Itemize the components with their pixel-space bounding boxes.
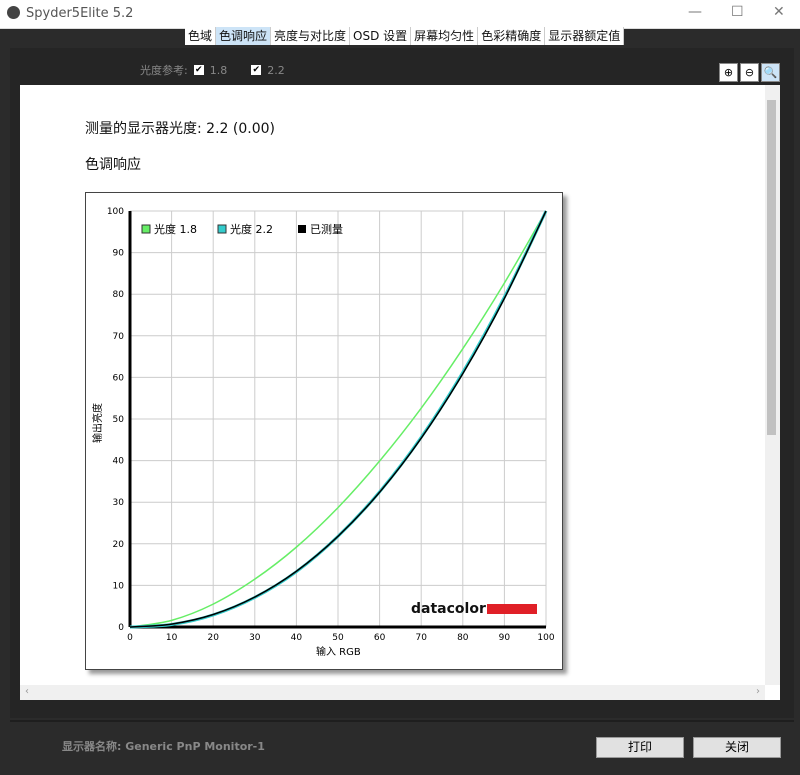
y-tick-label: 90 <box>113 249 125 259</box>
zoom-out-icon[interactable]: ⊖ <box>740 63 759 82</box>
legend-label-measured: 已测量 <box>310 223 343 236</box>
y-tick-label: 60 <box>113 373 125 383</box>
x-axis-label: 输入 RGB <box>316 645 361 658</box>
x-tick-label: 60 <box>374 633 386 643</box>
tab-color-accuracy[interactable]: 色彩精确度 <box>478 27 545 45</box>
tab-uniformity[interactable]: 屏幕均匀性 <box>411 27 478 45</box>
y-tick-label: 40 <box>113 457 125 467</box>
divider <box>10 720 794 722</box>
tab-osd-settings[interactable]: OSD 设置 <box>350 27 411 45</box>
print-button[interactable]: 打印 <box>596 737 684 758</box>
window-title: Spyder5Elite 5.2 <box>26 6 133 21</box>
gamma-1.8-checkbox[interactable]: ✔ <box>194 65 204 75</box>
vertical-scrollbar-thumb[interactable] <box>767 100 776 435</box>
legend-label-gamma-2.2: 光度 2.2 <box>230 222 273 236</box>
tab-brightness-contrast[interactable]: 亮度与对比度 <box>271 27 350 45</box>
legend-swatch-measured <box>298 225 306 233</box>
y-tick-label: 20 <box>113 540 125 550</box>
minimize-button[interactable]: — <box>688 4 702 20</box>
datacolor-logo: datacolor <box>411 601 537 617</box>
display-name: 显示器名称: Generic PnP Monitor-1 <box>62 738 265 754</box>
close-window-button[interactable]: ✕ <box>773 4 785 20</box>
tab-bar: 色域 色调响应 亮度与对比度 OSD 设置 屏幕均匀性 色彩精确度 显示器额定值 <box>185 27 624 45</box>
x-tick-label: 90 <box>499 633 511 643</box>
zoom-fit-icon[interactable]: 🔍 <box>761 63 780 82</box>
gamma-reference-options: 光度参考: ✔ 1.8 ✔ 2.2 <box>140 62 285 78</box>
tone-response-chart: 0 10 20 30 40 50 60 70 80 90 100 0 10 20 30 40 50 60 70 80 9… <box>85 192 563 670</box>
y-tick-label: 70 <box>113 332 125 342</box>
datacolor-logo-bar <box>487 604 537 614</box>
maximize-button[interactable]: ☐ <box>731 4 744 20</box>
close-button[interactable]: 关闭 <box>693 737 781 758</box>
gamma-1.8-label: 1.8 <box>210 64 228 77</box>
chart-svg: 0 10 20 30 40 50 60 70 80 90 100 0 10 20 30 40 50 60 70 80 9… <box>86 193 562 669</box>
x-tick-label: 10 <box>166 633 178 643</box>
y-tick-label: 0 <box>118 623 124 633</box>
x-tick-label: 20 <box>207 633 219 643</box>
x-tick-label: 0 <box>127 633 133 643</box>
gamma-2.2-label: 2.2 <box>267 64 285 77</box>
y-tick-label: 100 <box>107 207 124 217</box>
section-title: 色调响应 <box>85 154 141 174</box>
y-tick-label: 80 <box>113 290 125 300</box>
y-tick-label: 10 <box>113 581 125 591</box>
x-tick-label: 100 <box>537 633 554 643</box>
app-logo-icon <box>7 6 20 19</box>
y-axis-label: 输出亮度 <box>91 403 104 443</box>
legend-swatch-gamma-1.8 <box>142 225 150 233</box>
tab-tone-response[interactable]: 色调响应 <box>216 27 271 45</box>
gamma-2.2-checkbox[interactable]: ✔ <box>251 65 261 75</box>
x-tick-label: 80 <box>457 633 469 643</box>
x-tick-label: 70 <box>415 633 427 643</box>
tab-display-rating[interactable]: 显示器额定值 <box>545 27 624 45</box>
gamma-reference-label: 光度参考: <box>140 62 188 78</box>
horizontal-scrollbar[interactable]: ‹› <box>20 685 765 700</box>
y-tick-label: 50 <box>113 415 125 425</box>
y-tick-label: 30 <box>113 498 125 508</box>
tab-gamut[interactable]: 色域 <box>185 27 216 45</box>
x-tick-label: 50 <box>332 633 344 643</box>
x-tick-label: 30 <box>249 633 261 643</box>
legend-label-gamma-1.8: 光度 1.8 <box>154 222 197 236</box>
measured-gamma-text: 测量的显示器光度: 2.2 (0.00) <box>85 118 275 138</box>
legend: 光度 1.8 光度 2.2 已测量 <box>142 222 343 236</box>
legend-swatch-gamma-2.2 <box>218 225 226 233</box>
x-tick-label: 40 <box>291 633 303 643</box>
title-bar: Spyder5Elite 5.2 — ☐ ✕ <box>0 0 800 29</box>
zoom-in-icon[interactable]: ⊕ <box>719 63 738 82</box>
datacolor-logo-text: datacolor <box>411 601 486 617</box>
